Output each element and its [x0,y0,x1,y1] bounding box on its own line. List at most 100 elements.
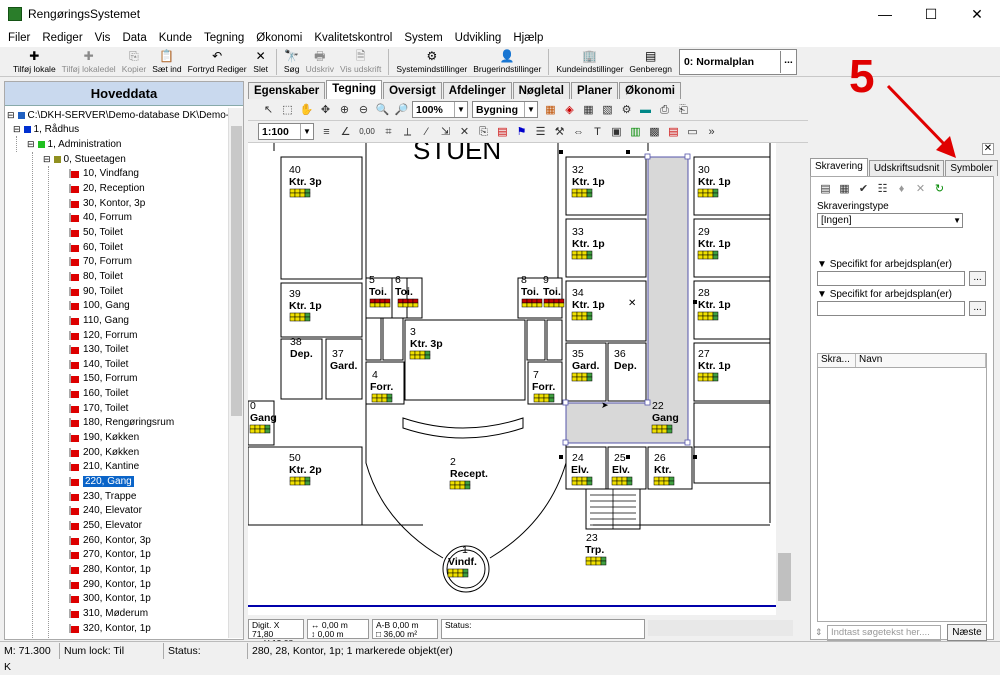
zoom-select[interactable]: 100% ▼ [412,101,468,118]
line-style-icon[interactable]: ≡ [318,124,335,140]
grid-icon[interactable]: ▦ [580,102,597,118]
import-icon[interactable]: ⎗ [675,102,692,118]
hand-icon[interactable]: ✋ [298,102,315,118]
spec2-field[interactable] [817,301,965,316]
room-27[interactable]: 27Ktr. 1p [698,348,731,372]
toolbar-button-3[interactable]: 📋 Sæt ind [149,47,184,77]
tree-item-room[interactable]: 170, Toilet [71,401,128,416]
toolbar-button-0[interactable]: ✚ Tilføj lokale [10,47,59,77]
tree-item-room[interactable]: 270, Kontor, 1p [71,548,151,563]
view-select[interactable]: Bygning ▼ [472,101,538,118]
menu-6[interactable]: Økonomi [250,32,308,44]
overflow-icon[interactable]: » [703,124,720,140]
toolbar-button-1[interactable]: ✚ Tilføj lokaledel [59,47,119,77]
tree-item-db[interactable]: ⊟ C:\DKH-SERVER\Demo-database DK\Demo-DB … [7,108,229,123]
remove-icon[interactable]: ✕ [912,181,929,197]
room-28[interactable]: 28Ktr. 1p [698,287,731,311]
menu-9[interactable]: Udvikling [449,32,508,44]
menu-8[interactable]: System [398,32,448,44]
canvas-vscroll-thumb[interactable] [778,553,791,601]
toolbar-button-8[interactable]: 🗎 Vis udskrift [337,47,384,77]
snap-icon[interactable]: ⌗ [380,124,397,140]
tree-item-room[interactable]: 10, Vindfang [71,167,139,182]
window-icon[interactable]: ▭ [684,124,701,140]
flag-icon[interactable]: ⚑ [513,124,530,140]
close-button[interactable]: ✕ [954,0,1000,28]
menu-3[interactable]: Data [116,32,152,44]
tree-item-dept[interactable]: ⊟ 1, Administration [27,137,121,152]
angle-icon[interactable]: ∠ [337,124,354,140]
expand-icon[interactable]: ⊟ [27,139,35,150]
minimize-button[interactable]: — [862,0,908,28]
toolbar-button-11[interactable]: 🏢 Kundeindstillinger [553,47,626,77]
tree-item-room[interactable]: 210, Kantine [71,460,139,475]
room-34[interactable]: 34Ktr. 1p [572,287,605,311]
tree-item-floor[interactable]: ⊟ 0, Stueetagen [43,152,126,167]
tree-item-room[interactable]: 310, Møderum [71,606,148,621]
furniture-icon[interactable]: ▣ [608,124,625,140]
tree-item-room[interactable]: 160, Toilet [71,386,128,401]
tab-6[interactable]: Økonomi [619,82,682,99]
pattern-icon[interactable]: ▧ [599,102,616,118]
menu-1[interactable]: Rediger [36,32,88,44]
tools-icon[interactable]: ⚒ [551,124,568,140]
tree-item-room[interactable]: 110, Gang [71,313,129,328]
layer-icon[interactable]: ▬ [637,102,654,118]
floor-plan-canvas[interactable]: ✕ ➤ STUEN 40 Ktr. 3p 39 Ktr. 1p 38 Dep. 37 G… [248,143,776,615]
tree-item-room[interactable]: 100, Gang [71,298,130,313]
canvas-vertical-scrollbar[interactable] [776,143,793,615]
list-icon[interactable]: ☰ [532,124,549,140]
spec1-more-button[interactable]: ... [969,271,986,286]
next-button[interactable]: Næste [947,624,987,641]
hatch-table-icon[interactable]: ☷ [874,181,891,197]
tree-item-room[interactable]: 40, Forrum [71,211,132,226]
floor-plan-svg[interactable]: ✕ ➤ STUEN 40Ktr. 3p 39Ktr. 1p 38Dep. 37G… [248,143,776,615]
toolbar-button-5[interactable]: ✕ Slet [250,47,272,77]
column-skra[interactable]: Skra... [818,354,856,367]
calc-icon[interactable]: ▩ [646,124,663,140]
select-icon[interactable]: ⬚ [279,102,296,118]
room-37[interactable]: 37Gard. [330,348,358,372]
room-3[interactable]: 3Ktr. 3p [410,326,443,350]
menu-4[interactable]: Kunde [153,32,198,44]
tree-item-room[interactable]: 290, Kontor, 1p [71,577,151,592]
tab-1[interactable]: Tegning [326,80,383,99]
menu-2[interactable]: Vis [89,32,117,44]
tree-item-building[interactable]: ⊟ 1, Rådhus [13,123,79,138]
measure-icon[interactable]: ⇲ [437,124,454,140]
room-40[interactable]: 40Ktr. 3p [289,164,322,188]
column-navn[interactable]: Navn [856,354,986,367]
tree-item-room[interactable]: 240, Elevator [71,504,142,519]
scale-select[interactable]: 1:100 ▼ [258,123,314,140]
tree-item-room[interactable]: 250, Elevator [71,518,142,533]
checkmark-icon[interactable]: ✔ [855,181,872,197]
zoom-in-icon[interactable]: ⊕ [336,102,353,118]
draw-line-icon[interactable]: ⁄ [418,124,435,140]
tree-item-room[interactable]: 280, Kontor, 1p [71,562,151,577]
room-38[interactable]: 38Dep. [290,336,313,360]
toolbar-button-12[interactable]: ▤ Genberegn [626,47,675,77]
tree-item-room[interactable]: 120, Forrum [71,328,137,343]
symbol-icon[interactable]: ▤ [494,124,511,140]
tree-item-room[interactable]: 200, Køkken [71,445,139,460]
maximize-button[interactable]: ☐ [908,0,954,28]
room-30[interactable]: 30Ktr. 1p [698,164,731,188]
zoom-fit-icon[interactable]: 🔎 [393,102,410,118]
hatch-list-icon[interactable]: ▤ [817,181,834,197]
pointer-icon[interactable]: ↖ [260,102,277,118]
hatch-edit-icon[interactable]: ▦ [836,181,853,197]
toolbar-button-2[interactable]: ⎘ Kopier [119,47,150,77]
tree-scroll-thumb[interactable] [231,126,242,416]
chart-icon[interactable]: ▥ [627,124,644,140]
zoom-window-icon[interactable]: 🔍 [374,102,391,118]
search-arrows-icon[interactable]: ⇕ [815,627,823,638]
expand-icon[interactable]: ⊟ [7,110,15,121]
room-7[interactable]: 7Forr. [532,369,555,393]
tab-5[interactable]: Planer [571,82,619,99]
tree-item-room[interactable]: 80, Toilet [71,269,123,284]
paint-icon[interactable]: ♦ [893,181,910,197]
toolbar-button-6[interactable]: 🔭 Søg [281,47,303,77]
menu-0[interactable]: Filer [2,32,36,44]
tree-item-room[interactable]: 20, Reception [71,181,145,196]
calendar-icon[interactable]: ▦ [542,102,559,118]
